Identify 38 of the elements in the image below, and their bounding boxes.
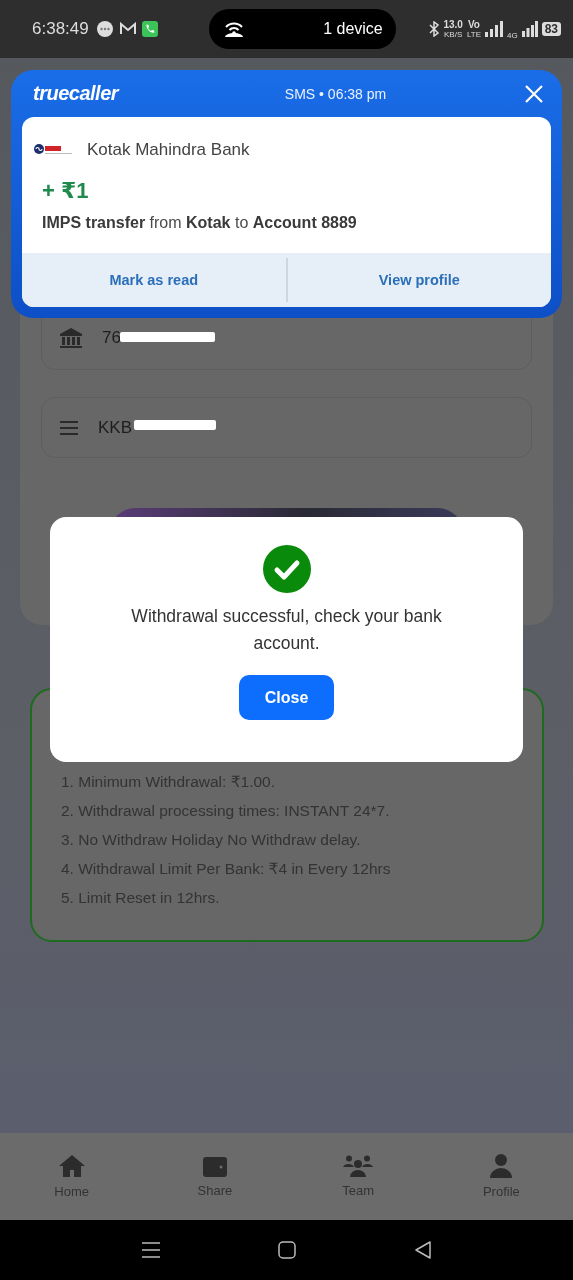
network-type: 4G xyxy=(506,30,518,40)
action-button[interactable]: Mark as read xyxy=(22,253,286,307)
app-logo: truecaller xyxy=(33,82,119,105)
team-icon xyxy=(343,1155,374,1177)
notification-meta: SMS • 06:38 pm xyxy=(284,85,387,102)
phone-icon xyxy=(141,21,158,37)
action-button[interactable]: View profile xyxy=(287,253,551,307)
home-button-icon[interactable] xyxy=(277,1241,296,1259)
nav-tab[interactable]: Profile xyxy=(429,1133,573,1220)
wallet-icon xyxy=(202,1155,227,1177)
nav-tab[interactable]: Team xyxy=(286,1133,430,1220)
person-icon xyxy=(490,1154,513,1178)
chat-bubble-icon xyxy=(95,20,114,38)
volte-label: Vo LTE xyxy=(466,19,481,39)
bank-icon xyxy=(60,327,82,348)
message-text: IMPS transfer from Kotak to Account 8889 xyxy=(41,213,358,232)
close-icon[interactable] xyxy=(525,84,543,103)
sender-name: Kotak Mahindra Bank xyxy=(87,140,250,160)
amount: + ₹1 xyxy=(41,177,90,204)
close-button[interactable]: Close xyxy=(239,675,334,720)
back-icon[interactable] xyxy=(413,1241,432,1259)
recent-apps-icon[interactable] xyxy=(141,1242,160,1258)
dialog-message: Withdrawal successful, check your bank account. xyxy=(130,605,443,655)
nav-tab[interactable]: Home xyxy=(0,1133,144,1220)
nav-tab[interactable]: Share xyxy=(143,1133,287,1220)
device-pill[interactable]: 1 device xyxy=(208,9,396,49)
network-speed: 13.0 KB/S xyxy=(443,19,463,39)
bank-logo-icon xyxy=(34,143,74,157)
bluetooth-icon xyxy=(429,21,440,37)
mail-icon xyxy=(118,22,137,36)
check-circle-icon xyxy=(262,545,311,593)
signal-icon xyxy=(521,21,538,37)
clock: 6:38:49 xyxy=(32,19,89,39)
signal-icon xyxy=(484,21,503,37)
menu-icon xyxy=(60,419,78,436)
home-icon xyxy=(57,1154,86,1178)
account-field[interactable]: KKB xyxy=(41,397,532,458)
battery-level: 83 xyxy=(541,22,561,36)
